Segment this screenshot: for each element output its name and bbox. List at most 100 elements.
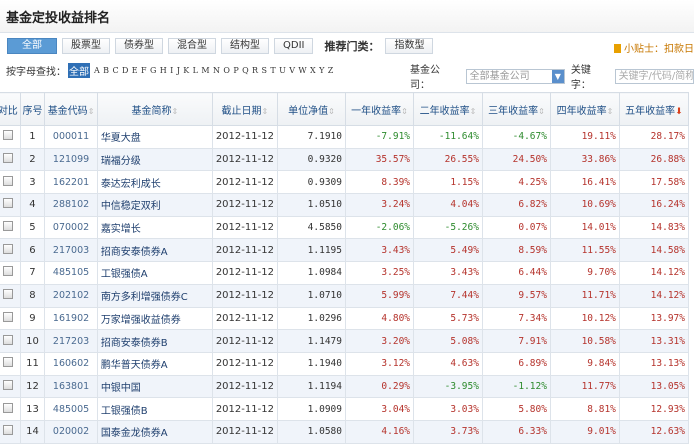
fund-name-cell[interactable]: 工银强债B [96, 397, 213, 421]
fund-code-cell[interactable]: 000011 [44, 125, 98, 149]
fund-name-cell[interactable]: 工银强债A [96, 261, 213, 285]
letter-c[interactable]: C [112, 66, 118, 75]
tab-index[interactable]: 指数型 [385, 38, 434, 54]
letter-y[interactable]: Y [319, 66, 324, 75]
letter-d[interactable]: D [122, 66, 128, 75]
compare-checkbox[interactable] [2, 425, 13, 436]
compare-checkbox[interactable] [2, 311, 13, 322]
column-header-6[interactable]: 一年收益率⇕ [344, 92, 415, 126]
tab-qdii[interactable]: QDII [274, 38, 314, 54]
column-header-label: 截止日期 [221, 105, 262, 117]
chevron-down-icon[interactable]: ▼ [551, 69, 564, 83]
compare-checkbox[interactable] [2, 289, 13, 300]
tab-mixed[interactable]: 混合型 [168, 38, 216, 54]
letter-v[interactable]: V [289, 66, 295, 75]
letter-o[interactable]: O [223, 66, 230, 75]
sort-icon[interactable]: ⇕ [607, 107, 614, 116]
fund-name-cell[interactable]: 国泰金龙债券A [96, 419, 213, 444]
column-header-3[interactable]: 基金简称⇕ [96, 92, 213, 126]
letter-l[interactable]: L [193, 66, 198, 75]
sort-icon[interactable]: ⇕ [538, 107, 545, 116]
fund-name-cell[interactable]: 鹏华普天债券A [96, 351, 213, 376]
letter-r[interactable]: R [252, 66, 258, 75]
fund-code-cell[interactable]: 485105 [44, 261, 98, 285]
letter-x[interactable]: X [310, 66, 316, 75]
fund-code-cell[interactable]: 160602 [44, 351, 98, 376]
sort-icon[interactable]: ⇕ [328, 107, 335, 116]
letter-n[interactable]: N [213, 66, 220, 75]
letter-w[interactable]: W [298, 66, 306, 75]
letter-h[interactable]: H [160, 66, 167, 75]
letter-a[interactable]: A [94, 66, 100, 75]
tab-all[interactable]: 全部 [7, 38, 57, 54]
letter-i[interactable]: I [170, 66, 173, 75]
tab-stock[interactable]: 股票型 [62, 38, 110, 54]
letter-j[interactable]: J [177, 66, 180, 75]
fund-name-cell[interactable]: 中银中国 [96, 374, 213, 399]
fund-name-cell[interactable]: 泰达宏利成长 [96, 170, 213, 195]
fund-code-cell[interactable]: 162201 [44, 170, 98, 195]
column-header-7[interactable]: 二年收益率⇕ [413, 92, 483, 126]
compare-checkbox[interactable] [2, 243, 13, 254]
fund-name-cell[interactable]: 嘉实增长 [96, 215, 213, 240]
fund-name-cell[interactable]: 南方多利增强债券C [96, 283, 213, 308]
compare-checkbox[interactable] [2, 357, 13, 368]
letter-f[interactable]: F [141, 66, 147, 75]
keyword-input[interactable]: 关键字/代码/简称 [614, 68, 694, 84]
letter-all[interactable]: 全部 [68, 63, 90, 78]
sort-icon[interactable]: ⇕ [401, 107, 408, 116]
compare-checkbox[interactable] [2, 402, 13, 413]
compare-checkbox[interactable] [2, 153, 13, 164]
compare-checkbox[interactable] [2, 130, 13, 141]
letter-e[interactable]: E [132, 66, 138, 75]
return-2y-cell: 7.44% [413, 283, 483, 308]
fund-code-cell[interactable]: 161902 [44, 306, 98, 331]
tab-bond[interactable]: 债券型 [115, 38, 163, 54]
fund-code-cell[interactable]: 020002 [44, 419, 98, 444]
fund-name-cell[interactable]: 招商安泰债券B [96, 329, 213, 353]
compare-checkbox[interactable] [2, 198, 13, 209]
fund-code-cell[interactable]: 070002 [44, 215, 98, 240]
company-select[interactable]: 全部基金公司 ▼ [465, 68, 565, 84]
compare-checkbox[interactable] [2, 221, 13, 232]
sort-icon[interactable]: ⇕ [262, 107, 269, 116]
fund-name-cell[interactable]: 瑞福分级 [96, 147, 213, 172]
fund-code-cell[interactable]: 288102 [44, 193, 98, 217]
fund-name-cell[interactable]: 中信稳定双利 [96, 193, 213, 217]
fund-code-cell[interactable]: 217003 [44, 238, 98, 263]
letter-q[interactable]: Q [242, 66, 249, 75]
column-header-9[interactable]: 四年收益率⇕ [549, 92, 620, 126]
sort-icon[interactable]: ⇕ [88, 107, 95, 116]
fund-code-cell[interactable]: 485005 [44, 397, 98, 421]
table-row: 10 217203 招商安泰债券B 2012-11-12 1.1479 3.20% 5.08… [0, 329, 690, 353]
fund-code-cell[interactable]: 202102 [44, 283, 98, 308]
fund-name-cell[interactable]: 万家增强收益债券 [96, 306, 213, 331]
letter-p[interactable]: P [233, 66, 238, 75]
column-header-5[interactable]: 单位净值⇕ [276, 92, 347, 126]
fund-code-cell[interactable]: 121099 [44, 147, 98, 172]
letter-s[interactable]: S [261, 66, 266, 75]
letter-u[interactable]: U [279, 66, 286, 75]
fund-name-cell[interactable]: 招商安泰债券A [96, 238, 213, 263]
sort-icon[interactable]: ⇕ [171, 107, 178, 116]
sort-desc-icon[interactable]: ⬇ [675, 107, 683, 117]
column-header-2[interactable]: 基金代码⇕ [44, 92, 98, 126]
column-header-10[interactable]: 五年收益率⬇ [618, 92, 690, 126]
fund-code-cell[interactable]: 217203 [44, 329, 98, 353]
compare-checkbox[interactable] [2, 175, 13, 186]
letter-b[interactable]: B [103, 66, 109, 75]
column-header-4[interactable]: 截止日期⇕ [211, 92, 278, 126]
sort-icon[interactable]: ⇕ [470, 107, 477, 116]
column-header-8[interactable]: 三年收益率⇕ [481, 92, 551, 126]
compare-checkbox[interactable] [2, 266, 13, 277]
fund-code-cell[interactable]: 163801 [44, 374, 98, 399]
compare-checkbox[interactable] [2, 334, 13, 345]
tab-structured[interactable]: 结构型 [221, 38, 269, 54]
letter-g[interactable]: G [150, 66, 156, 75]
letter-t[interactable]: T [270, 66, 275, 75]
compare-checkbox[interactable] [2, 379, 13, 390]
letter-k[interactable]: K [183, 66, 189, 75]
letter-z[interactable]: Z [328, 66, 334, 75]
letter-m[interactable]: M [201, 66, 209, 75]
fund-name-cell[interactable]: 华夏大盘 [96, 125, 213, 149]
